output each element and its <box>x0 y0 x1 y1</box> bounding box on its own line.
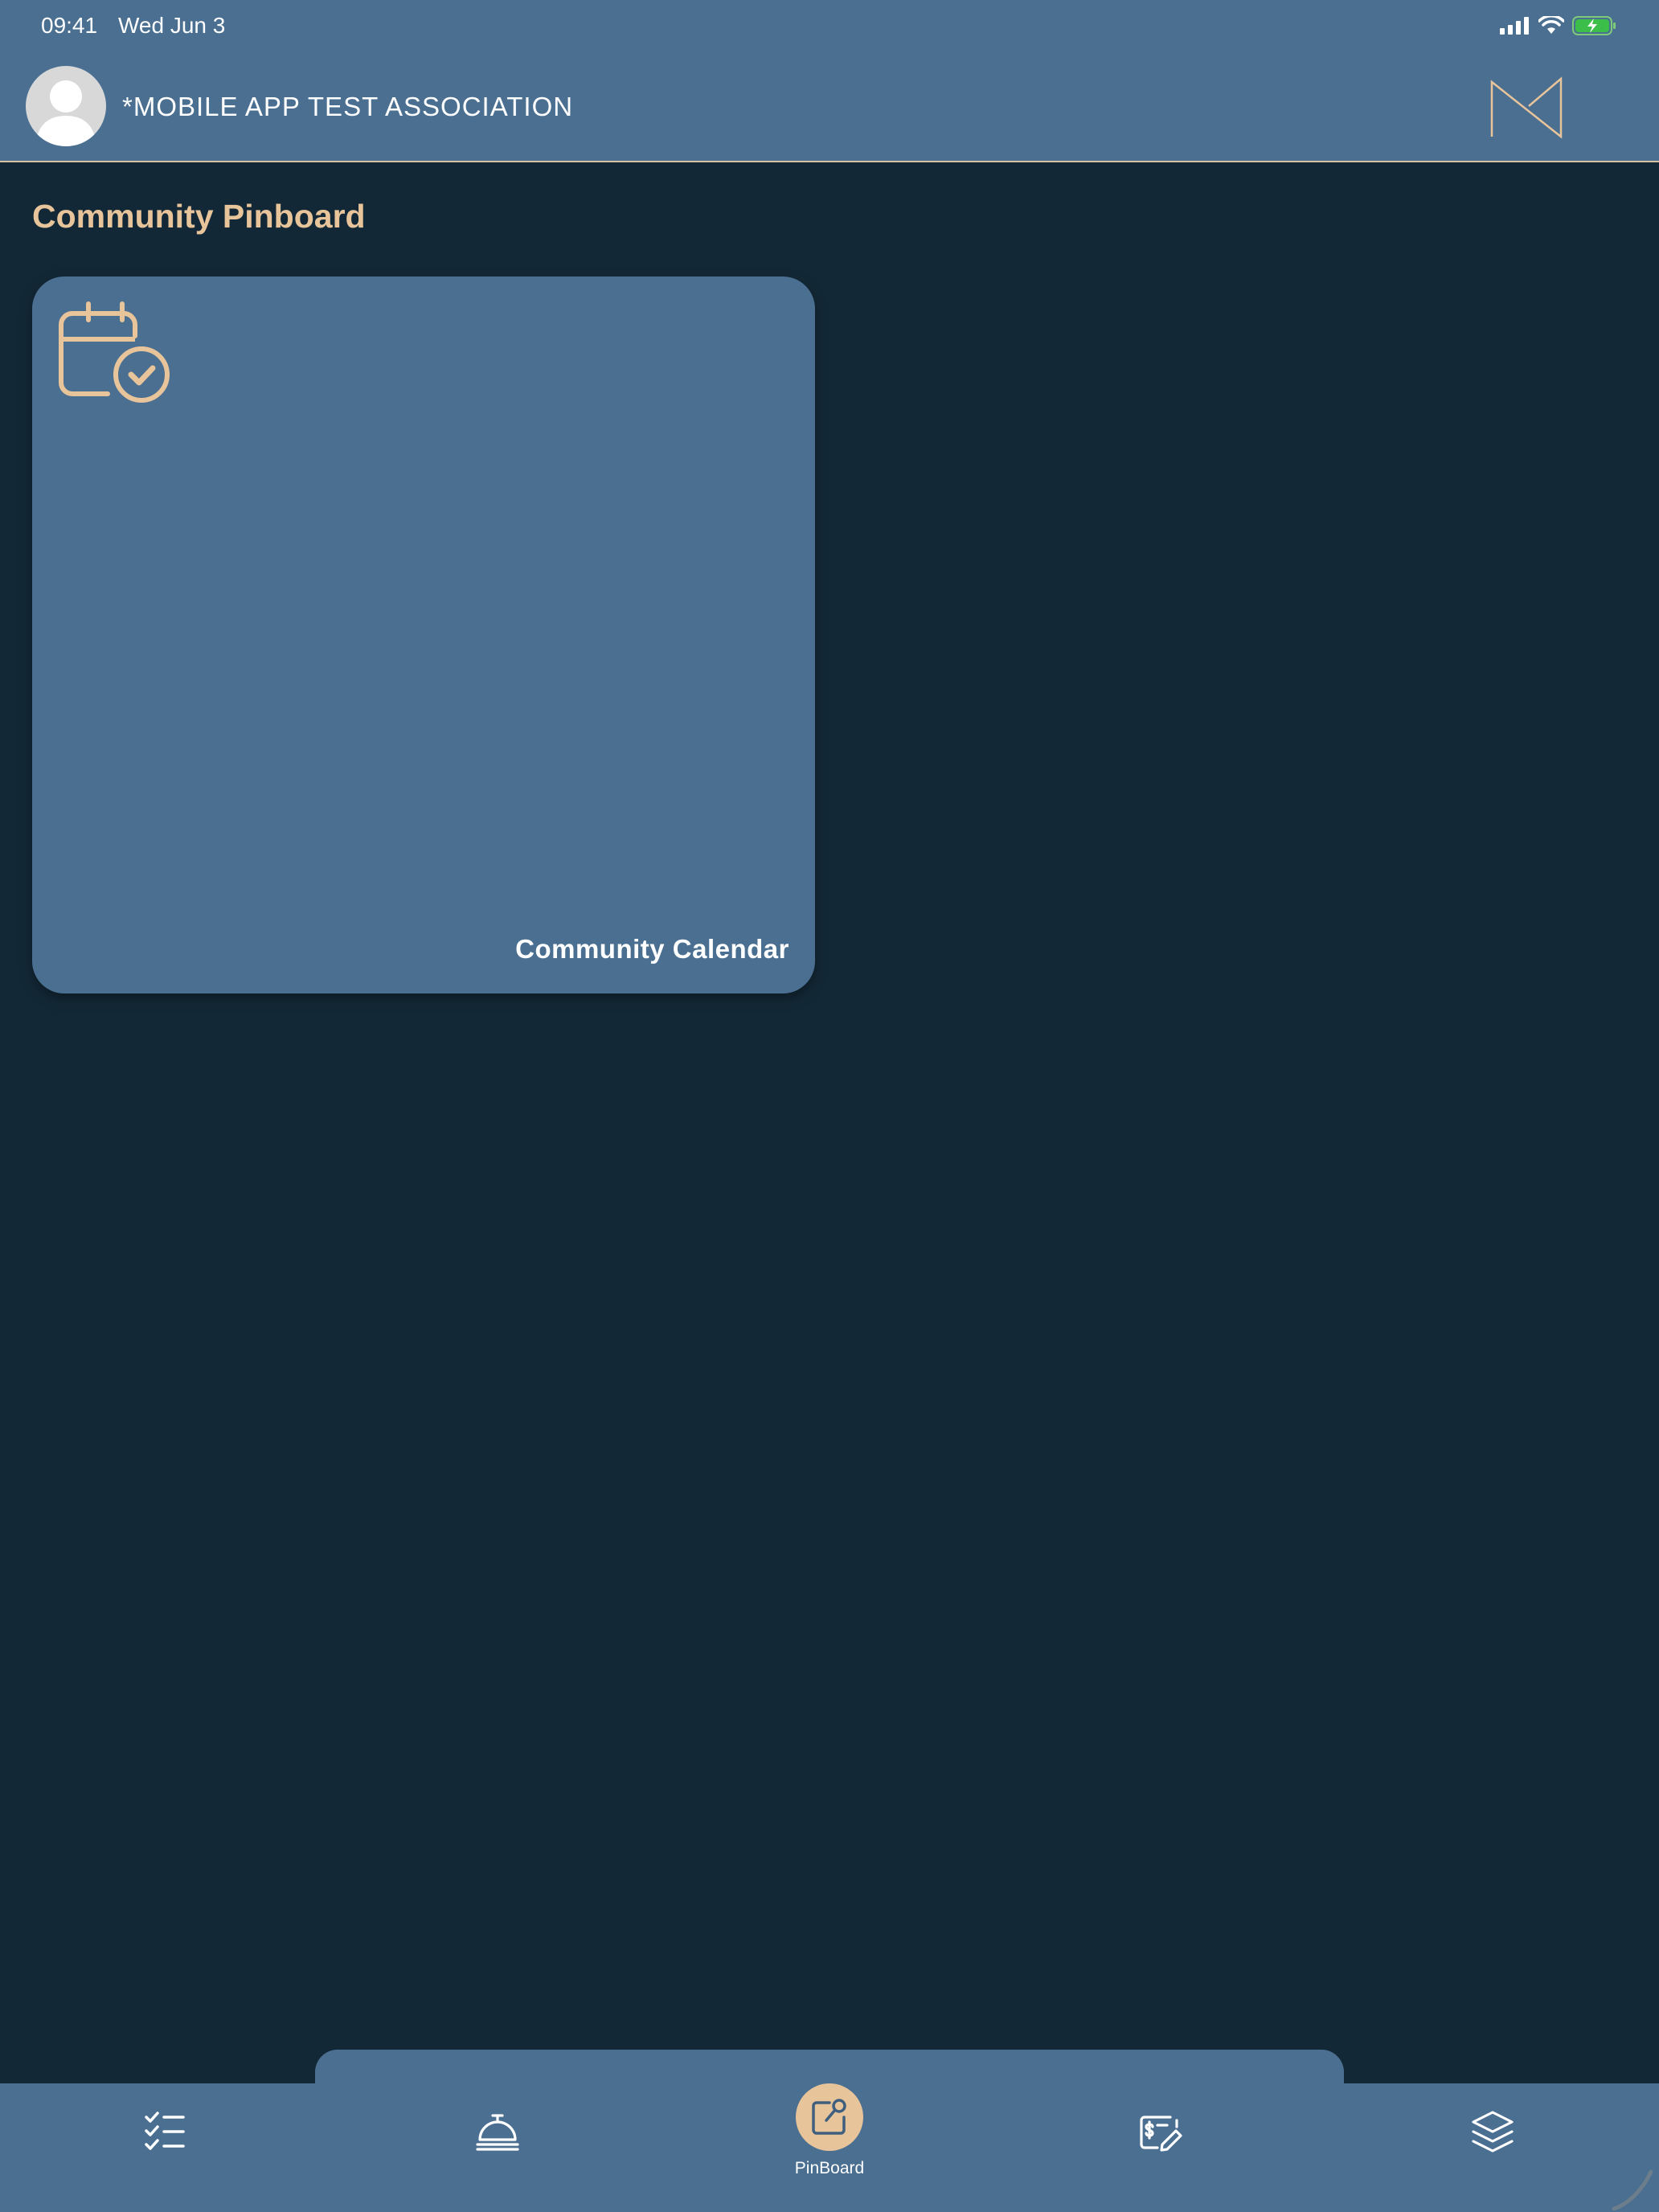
loading-spinner-icon <box>1612 2169 1653 2211</box>
cellular-signal-icon <box>1500 17 1529 35</box>
payment-icon <box>1140 2116 1182 2152</box>
tab-payments[interactable] <box>1112 2083 1209 2180</box>
tab-checklist[interactable] <box>117 2083 214 2180</box>
wifi-icon <box>1538 16 1564 34</box>
avatar[interactable] <box>26 66 106 146</box>
card-label: Community Calendar <box>515 934 789 964</box>
layers-icon <box>1472 2111 1514 2153</box>
page-title: Community Pinboard <box>32 198 366 235</box>
checklist-icon <box>145 2112 185 2150</box>
status-time: 09:41 <box>41 13 98 38</box>
tab-service[interactable] <box>449 2083 546 2180</box>
tab-pinboard-label[interactable]: PinBoard <box>773 2159 886 2178</box>
status-bar: 09:41 Wed Jun 3 <box>0 0 1659 51</box>
community-calendar-card[interactable]: Community Calendar <box>32 276 815 993</box>
status-icons <box>1500 14 1617 37</box>
battery-charging-icon <box>1572 16 1616 35</box>
default-user-avatar-icon <box>35 80 96 146</box>
tab-pinboard[interactable] <box>796 2083 863 2151</box>
tab-documents[interactable] <box>1444 2083 1541 2180</box>
calendar-check-icon <box>59 301 170 403</box>
service-bell-icon <box>476 2114 519 2151</box>
association-name[interactable]: *MOBILE APP TEST ASSOCIATION <box>122 92 573 122</box>
pinboard-icon <box>812 2099 846 2135</box>
app-header: 09:41 Wed Jun 3 *MOBILE APP TEST ASSOCIA… <box>0 0 1659 162</box>
status-date: Wed Jun 3 <box>118 13 226 38</box>
m-logo-icon <box>1490 76 1563 139</box>
